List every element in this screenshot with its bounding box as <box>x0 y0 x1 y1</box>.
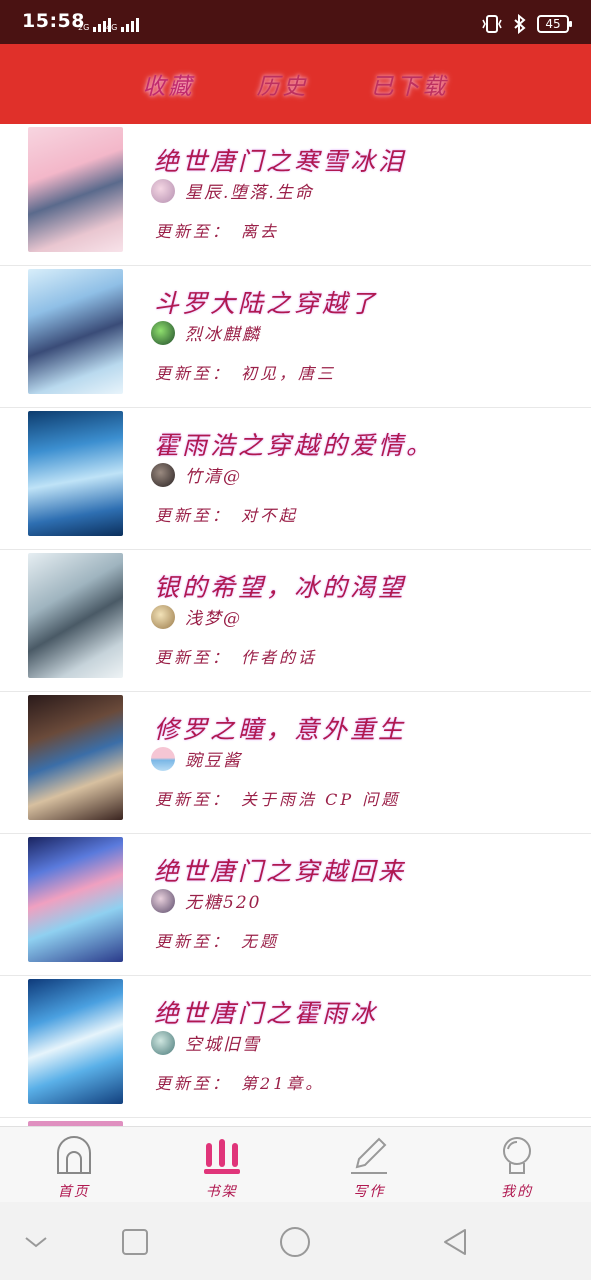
book-item[interactable]: 银的希望，冰的渴望 浅梦@ 更新至： 作者的话 <box>0 550 591 692</box>
book-update: 更新至： 作者的话 <box>155 648 318 667</box>
home-icon <box>56 1136 91 1174</box>
profile-icon <box>503 1137 532 1174</box>
book-update: 更新至： 离去 <box>155 222 280 241</box>
author-avatar <box>151 320 175 345</box>
book-author: 烈冰麒麟 <box>185 325 261 345</box>
book-title: 绝世唐门之寒雪冰泪 <box>154 147 407 176</box>
author-avatar <box>151 462 175 487</box>
book-item[interactable]: 斗罗大陆之穿越了 烈冰麒麟 更新至： 初见，唐三 <box>0 266 591 408</box>
author-avatar <box>151 604 175 629</box>
nav-home[interactable]: 首页 <box>0 1127 148 1202</box>
author-avatar <box>151 888 175 913</box>
nav-bookshelf[interactable]: 书架 <box>148 1127 296 1202</box>
book-cover <box>28 695 123 820</box>
book-author: 豌豆酱 <box>185 751 242 771</box>
book-title: 修罗之瞳，意外重生 <box>154 715 407 744</box>
back-triangle-icon[interactable] <box>437 1224 473 1260</box>
book-update: 更新至： 第21章。 <box>155 1074 325 1093</box>
book-author: 无糖520 <box>185 893 262 913</box>
book-update: 更新至： 对不起 <box>155 506 299 525</box>
signal-4g-icon: 4G <box>106 18 140 32</box>
book-author: 星辰.堕落.生命 <box>185 183 314 203</box>
book-cover <box>28 269 123 394</box>
tab-downloaded[interactable]: 已下载 <box>371 67 449 101</box>
book-author: 空城旧雪 <box>185 1035 261 1055</box>
nav-write[interactable]: 写作 <box>296 1127 444 1202</box>
book-cover <box>28 127 123 252</box>
book-author: 竹清@ <box>185 467 242 487</box>
system-nav-bar <box>0 1202 591 1280</box>
pencil-icon <box>351 1137 388 1174</box>
tab-favorites[interactable]: 收藏 <box>143 67 195 101</box>
book-cover <box>28 411 123 536</box>
bookshelf-icon <box>203 1139 240 1174</box>
book-title: 银的希望，冰的渴望 <box>154 573 407 602</box>
book-title: 绝世唐门之霍雨冰 <box>154 999 379 1028</box>
bottom-nav: 首页 书架 写作 我的 <box>0 1126 591 1202</box>
nav-profile[interactable]: 我的 <box>443 1127 591 1202</box>
author-avatar <box>151 746 175 771</box>
vibrate-icon <box>482 15 502 33</box>
book-author: 浅梦@ <box>185 609 242 629</box>
book-item[interactable]: 绝世唐门之霍雨冰 空城旧雪 更新至： 第21章。 <box>0 976 591 1118</box>
bluetooth-icon <box>514 14 526 34</box>
author-avatar <box>151 1030 175 1055</box>
book-item[interactable]: 绝世唐门之穿越回来 无糖520 更新至： 无题 <box>0 834 591 976</box>
book-title: 霍雨浩之穿越的爱情。 <box>154 431 435 460</box>
author-avatar <box>151 178 175 203</box>
book-update: 更新至： 无题 <box>155 932 280 951</box>
book-item[interactable]: 绝世唐门之寒雪冰泪 星辰.堕落.生命 更新至： 离去 <box>0 124 591 266</box>
header-tabs: 收藏 历史 已下载 <box>0 44 591 124</box>
tab-history[interactable]: 历史 <box>257 67 309 101</box>
status-bar: 15:58 2G 4G 45 <box>0 0 591 44</box>
book-list: 绝世唐门之寒雪冰泪 星辰.堕落.生命 更新至： 离去 斗罗大陆之穿越了 烈冰麒麟 … <box>0 124 591 1126</box>
book-item-partial[interactable] <box>0 1118 591 1126</box>
recent-apps-icon[interactable] <box>117 1224 153 1260</box>
home-circle-icon[interactable] <box>277 1224 313 1260</box>
status-time: 15:58 <box>22 10 85 32</box>
book-title: 绝世唐门之穿越回来 <box>154 857 407 886</box>
book-update: 更新至： 关于雨浩 CP 问题 <box>155 790 401 809</box>
chevron-down-icon[interactable] <box>18 1224 54 1260</box>
battery-icon: 45 <box>537 15 572 33</box>
book-title: 斗罗大陆之穿越了 <box>154 289 379 318</box>
book-item[interactable]: 霍雨浩之穿越的爱情。 竹清@ 更新至： 对不起 <box>0 408 591 550</box>
book-update: 更新至： 初见，唐三 <box>155 364 337 383</box>
book-item[interactable]: 修罗之瞳，意外重生 豌豆酱 更新至： 关于雨浩 CP 问题 <box>0 692 591 834</box>
book-cover <box>28 837 123 962</box>
book-cover <box>28 553 123 678</box>
book-cover <box>28 979 123 1104</box>
